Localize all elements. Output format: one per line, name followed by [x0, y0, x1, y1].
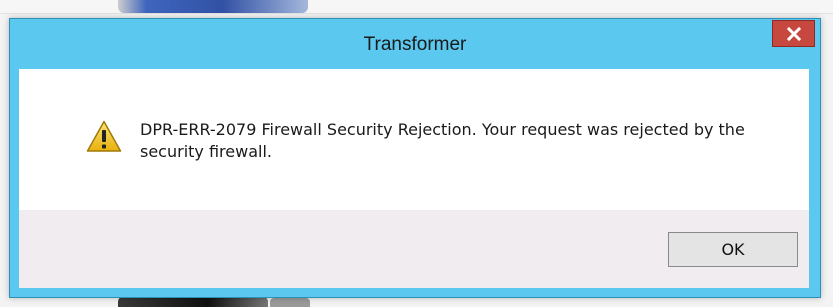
close-button[interactable] — [772, 20, 815, 47]
close-icon — [786, 26, 801, 41]
ok-button[interactable]: OK — [668, 232, 798, 267]
dialog-message: DPR-ERR-2079 Firewall Security Rejection… — [140, 120, 745, 161]
dialog-content: DPR-ERR-2079 Firewall Security Rejection… — [19, 69, 809, 210]
dialog-titlebar[interactable]: Transformer — [10, 19, 820, 69]
dialog-title: Transformer — [363, 34, 467, 55]
dialog-footer: OK — [19, 210, 809, 288]
message-dialog: Transformer DPR-ERR-2079 Firewall Securi… — [9, 18, 821, 298]
warning-icon — [86, 120, 122, 152]
background-graphic-bottom-small — [270, 298, 310, 307]
background-graphic-top — [118, 0, 308, 13]
